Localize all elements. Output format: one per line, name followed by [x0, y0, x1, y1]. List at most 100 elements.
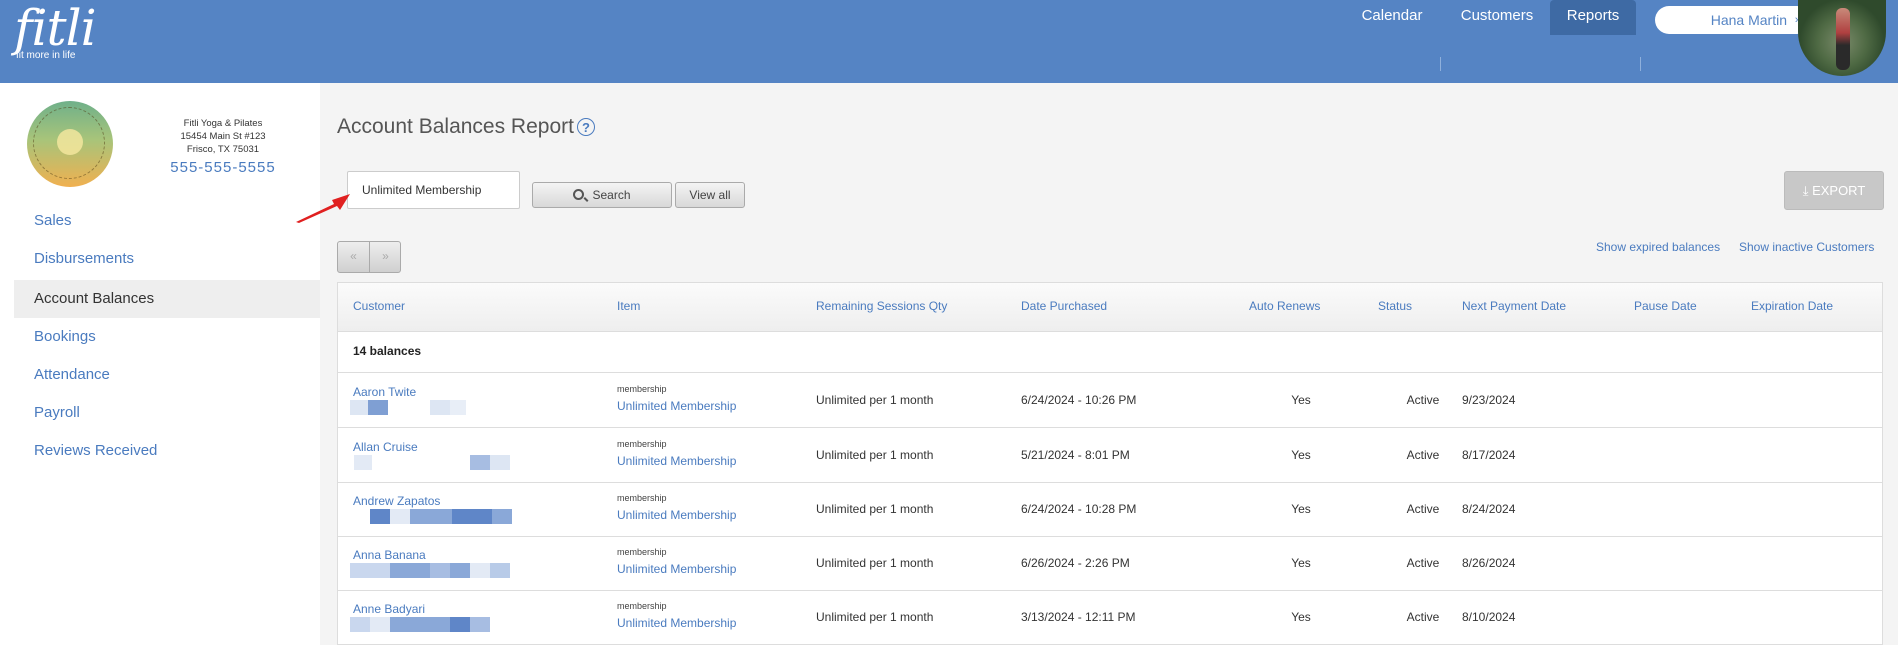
help-icon[interactable]: ? — [577, 118, 595, 136]
item-type: membership — [617, 493, 667, 503]
item-link[interactable]: Unlimited Membership — [617, 616, 736, 630]
next-payment-date: 8/10/2024 — [1462, 610, 1516, 624]
col-status[interactable]: Status — [1378, 283, 1412, 329]
status: Active — [1406, 610, 1440, 624]
business-address-line1: 15454 Main St #123 — [180, 131, 266, 142]
auto-renews: Yes — [1291, 393, 1311, 407]
balance-count: 14 balances — [353, 344, 422, 358]
col-expiration-date[interactable]: Expiration Date — [1751, 283, 1833, 329]
nav-admin[interactable]: Admin — [1646, 0, 1716, 35]
nav-divider — [1440, 57, 1441, 71]
redacted-contact — [350, 400, 500, 415]
customer-link[interactable]: Anna Banana — [353, 548, 426, 562]
export-button[interactable]: ⤓ EXPORT — [1784, 171, 1884, 210]
item-link[interactable]: Unlimited Membership — [617, 562, 736, 576]
col-auto-renews[interactable]: Auto Renews — [1249, 283, 1320, 329]
status: Active — [1406, 393, 1440, 407]
sidebar-item-disbursements[interactable]: Disbursements — [14, 240, 320, 278]
remaining-sessions: Unlimited per 1 month — [816, 556, 934, 570]
top-bar: fitli fit more in life Hana Martin » Cal… — [0, 0, 1898, 83]
status: Active — [1406, 448, 1440, 462]
view-all-button[interactable]: View all — [675, 182, 745, 208]
sidebar-item-payroll[interactable]: Payroll — [14, 394, 320, 432]
business-name: Fitli Yoga & Pilates — [183, 118, 263, 129]
nav-calendar[interactable]: Calendar — [1350, 0, 1434, 35]
pagination: « » — [337, 241, 401, 273]
redacted-contact — [350, 509, 512, 524]
table-header: Customer Item Remaining Sessions Qty Dat… — [338, 283, 1882, 332]
page-title: Account Balances Report — [337, 115, 574, 138]
redacted-contact — [350, 455, 510, 470]
sidebar-item-bookings[interactable]: Bookings — [14, 318, 320, 356]
auto-renews: Yes — [1291, 610, 1311, 624]
customer-link[interactable]: Aaron Twite — [353, 385, 416, 399]
export-button-label: EXPORT — [1812, 183, 1866, 198]
item-link[interactable]: Unlimited Membership — [617, 399, 736, 413]
download-icon: ⤓ — [1802, 183, 1813, 198]
red-arrow-annotation — [296, 194, 350, 223]
customer-link[interactable]: Allan Cruise — [353, 440, 418, 454]
business-logo — [27, 101, 113, 187]
item-link[interactable]: Unlimited Membership — [617, 508, 736, 522]
pager-prev-button[interactable]: « — [338, 242, 369, 272]
next-payment-date: 8/17/2024 — [1462, 448, 1516, 462]
business-address-line2: Frisco, TX 75031 — [186, 144, 260, 155]
customer-link[interactable]: Andrew Zapatos — [353, 494, 440, 508]
auto-renews: Yes — [1291, 502, 1311, 516]
nav-divider — [1640, 57, 1641, 71]
nav-reports[interactable]: Reports — [1550, 0, 1636, 35]
date-purchased: 6/26/2024 - 2:26 PM — [1021, 556, 1130, 570]
sidebar: Fitli Yoga & Pilates 15454 Main St #123 … — [0, 83, 320, 645]
remaining-sessions: Unlimited per 1 month — [816, 393, 934, 407]
show-expired-balances-link[interactable]: Show expired balances — [1596, 240, 1720, 254]
col-item[interactable]: Item — [617, 283, 640, 329]
sidebar-item-sales[interactable]: Sales — [14, 202, 320, 240]
status: Active — [1406, 556, 1440, 570]
fitli-logo[interactable]: fitli fit more in life — [14, 0, 97, 61]
table-row: Aaron Twite membership Unlimited Members… — [338, 373, 1882, 428]
user-name: Hana Martin — [1710, 12, 1787, 28]
status: Active — [1406, 502, 1440, 516]
item-link[interactable]: Unlimited Membership — [617, 454, 736, 468]
date-purchased: 6/24/2024 - 10:28 PM — [1021, 502, 1137, 516]
item-type: membership — [617, 601, 667, 611]
item-type: membership — [617, 439, 667, 449]
sidebar-item-account-balances[interactable]: Account Balances — [14, 280, 320, 318]
sidebar-item-attendance[interactable]: Attendance — [14, 356, 320, 394]
table-row: Andrew Zapatos membership Unlimited Memb… — [338, 482, 1882, 537]
remaining-sessions: Unlimited per 1 month — [816, 502, 934, 516]
col-date-purchased[interactable]: Date Purchased — [1021, 283, 1107, 329]
redacted-contact — [350, 617, 500, 632]
table-row: Allan Cruise membership Unlimited Member… — [338, 428, 1882, 483]
next-payment-date: 8/26/2024 — [1462, 556, 1516, 570]
auto-renews: Yes — [1291, 448, 1311, 462]
business-phone[interactable]: 555-555-5555 — [150, 159, 296, 177]
logo-wordmark: fitli — [14, 0, 97, 57]
search-button[interactable]: Search — [532, 182, 672, 208]
avatar[interactable] — [1798, 0, 1886, 76]
remaining-sessions: Unlimited per 1 month — [816, 610, 934, 624]
date-purchased: 5/21/2024 - 8:01 PM — [1021, 448, 1130, 462]
auto-renews: Yes — [1291, 556, 1311, 570]
customer-link[interactable]: Anne Badyari — [353, 602, 425, 616]
remaining-sessions: Unlimited per 1 month — [816, 448, 934, 462]
date-purchased: 3/13/2024 - 12:11 PM — [1021, 610, 1136, 624]
business-info: Fitli Yoga & Pilates 15454 Main St #123 … — [150, 117, 296, 177]
item-filter-input[interactable]: Unlimited Membership — [347, 171, 520, 209]
show-inactive-customers-link[interactable]: Show inactive Customers — [1739, 240, 1874, 254]
item-type: membership — [617, 384, 667, 394]
search-button-label: Search — [592, 188, 631, 202]
pager-next-button[interactable]: » — [370, 242, 401, 272]
col-remaining-sessions[interactable]: Remaining Sessions Qty — [816, 283, 947, 329]
balance-count-row: 14 balances — [338, 332, 1882, 373]
redacted-contact — [350, 563, 510, 578]
col-pause-date[interactable]: Pause Date — [1634, 283, 1697, 329]
col-next-payment-date[interactable]: Next Payment Date — [1462, 283, 1566, 329]
col-customer[interactable]: Customer — [353, 283, 405, 329]
table-row: Anna Banana membership Unlimited Members… — [338, 536, 1882, 591]
nav-customers[interactable]: Customers — [1450, 0, 1544, 35]
date-purchased: 6/24/2024 - 10:26 PM — [1021, 393, 1137, 407]
table-row: Anne Badyari membership Unlimited Member… — [338, 590, 1882, 644]
sidebar-item-reviews-received[interactable]: Reviews Received — [14, 432, 320, 470]
next-payment-date: 8/24/2024 — [1462, 502, 1516, 516]
